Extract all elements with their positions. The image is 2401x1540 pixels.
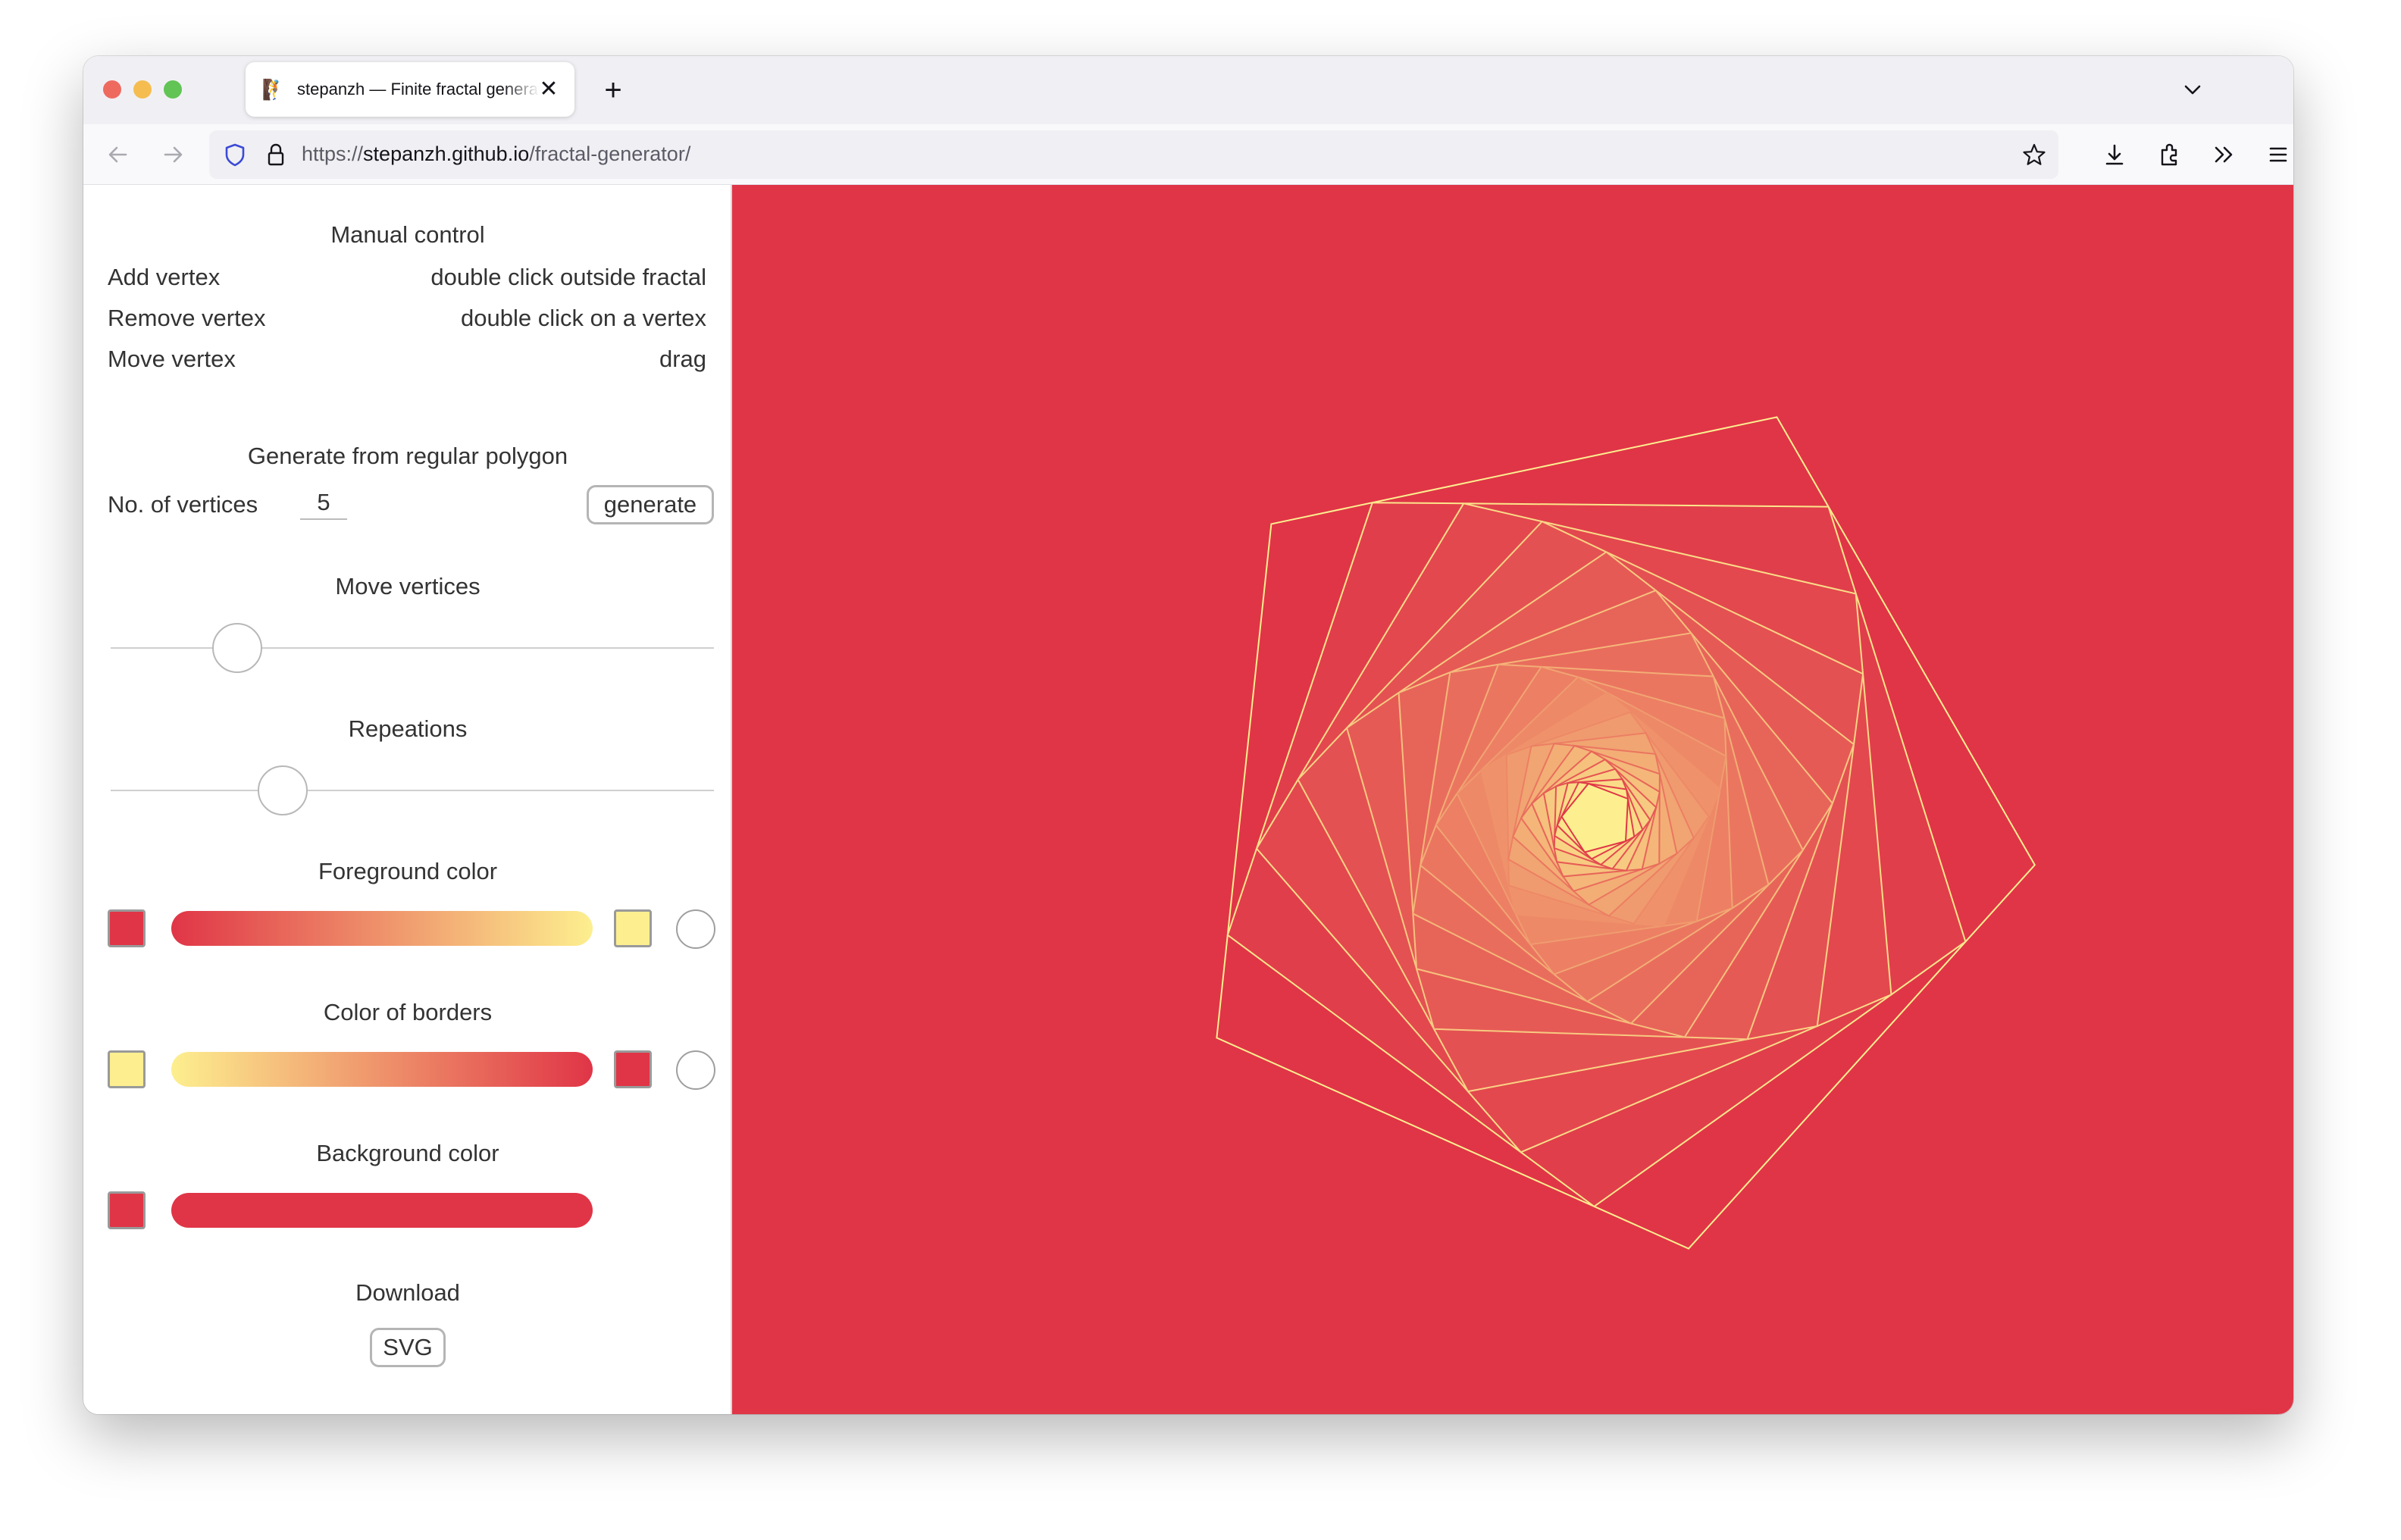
vertices-count-input[interactable] [300, 487, 347, 520]
move-vertices-slider-thumb[interactable] [212, 623, 263, 673]
browser-tab[interactable]: 🧗 stepanzh — Finite fractal generator ✕ [246, 62, 574, 117]
url-path: /fractal-generator/ [529, 142, 691, 165]
bookmark-star-icon[interactable] [2018, 138, 2051, 171]
url-host: stepanzh.github.io [363, 142, 530, 165]
generate-title: Generate from regular polygon [247, 443, 568, 469]
download-icon[interactable] [2095, 135, 2134, 174]
download-svg-button[interactable]: SVG [370, 1328, 446, 1367]
add-vertex-label: Add vertex [108, 264, 221, 290]
background-color-swatch[interactable] [108, 1191, 146, 1229]
border-start-color-swatch[interactable] [108, 1050, 146, 1088]
favicon-icon: 🧗 [261, 77, 287, 101]
extensions-icon[interactable] [2149, 135, 2189, 174]
browser-window: 🧗 stepanzh — Finite fractal generator ✕ … [83, 56, 2293, 1414]
navigation-toolbar: https://stepanzh.github.io/fractal-gener… [83, 124, 2293, 185]
hamburger-menu-icon[interactable] [2259, 135, 2293, 174]
background-color-title: Background color [316, 1140, 499, 1166]
forward-arrow-icon[interactable] [153, 135, 193, 174]
more-tools-chevrons-icon[interactable] [2204, 135, 2243, 174]
background-color-preview [171, 1193, 593, 1228]
move-vertices-slider[interactable] [111, 647, 714, 649]
new-tab-button[interactable]: + [596, 73, 631, 108]
move-vertex-label: Move vertex [108, 346, 236, 372]
fractal-drawing[interactable] [732, 185, 2293, 1414]
border-gradient-preview [171, 1052, 593, 1087]
remove-vertex-hint: double click on a vertex [461, 305, 706, 331]
title-bar: 🧗 stepanzh — Finite fractal generator ✕ … [83, 56, 2293, 124]
tab-close-icon[interactable]: ✕ [535, 76, 562, 103]
generate-button[interactable]: generate [587, 485, 714, 524]
tab-list-chevron-icon[interactable] [2175, 73, 2210, 108]
tracking-shield-icon[interactable] [218, 138, 252, 171]
repeations-title: Repeations [348, 715, 468, 742]
tab-title: stepanzh — Finite fractal generator [297, 80, 540, 99]
back-arrow-icon[interactable] [99, 135, 138, 174]
control-panel: Manual control Add vertex double click o… [83, 185, 732, 1414]
foreground-start-color-swatch[interactable] [108, 909, 146, 947]
add-vertex-hint: double click outside fractal [430, 264, 706, 290]
download-title: Download [355, 1279, 460, 1306]
page-content: Manual control Add vertex double click o… [83, 185, 2293, 1414]
border-end-color-swatch[interactable] [614, 1050, 652, 1088]
vertices-count-label: No. of vertices [108, 491, 258, 518]
repeations-slider-thumb[interactable] [257, 765, 308, 815]
lock-icon[interactable] [259, 138, 293, 171]
url-bar[interactable]: https://stepanzh.github.io/fractal-gener… [209, 130, 2058, 179]
foreground-gradient-preview [171, 911, 593, 946]
foreground-color-title: Foreground color [318, 858, 498, 884]
foreground-mode-toggle[interactable] [676, 909, 715, 949]
fractal-canvas[interactable] [732, 185, 2293, 1414]
manual-control-title: Manual control [330, 221, 485, 248]
move-vertex-hint: drag [659, 346, 706, 372]
close-window-button[interactable] [103, 80, 121, 99]
url-text[interactable]: https://stepanzh.github.io/fractal-gener… [302, 142, 690, 166]
remove-vertex-label: Remove vertex [108, 305, 266, 331]
url-scheme: https:// [302, 142, 364, 165]
repeations-slider[interactable] [111, 790, 714, 791]
border-color-title: Color of borders [323, 999, 493, 1025]
zoom-window-button[interactable] [164, 80, 182, 99]
foreground-end-color-swatch[interactable] [614, 909, 652, 947]
border-mode-toggle[interactable] [676, 1050, 715, 1090]
minimize-window-button[interactable] [133, 80, 152, 99]
move-vertices-title: Move vertices [335, 573, 481, 599]
